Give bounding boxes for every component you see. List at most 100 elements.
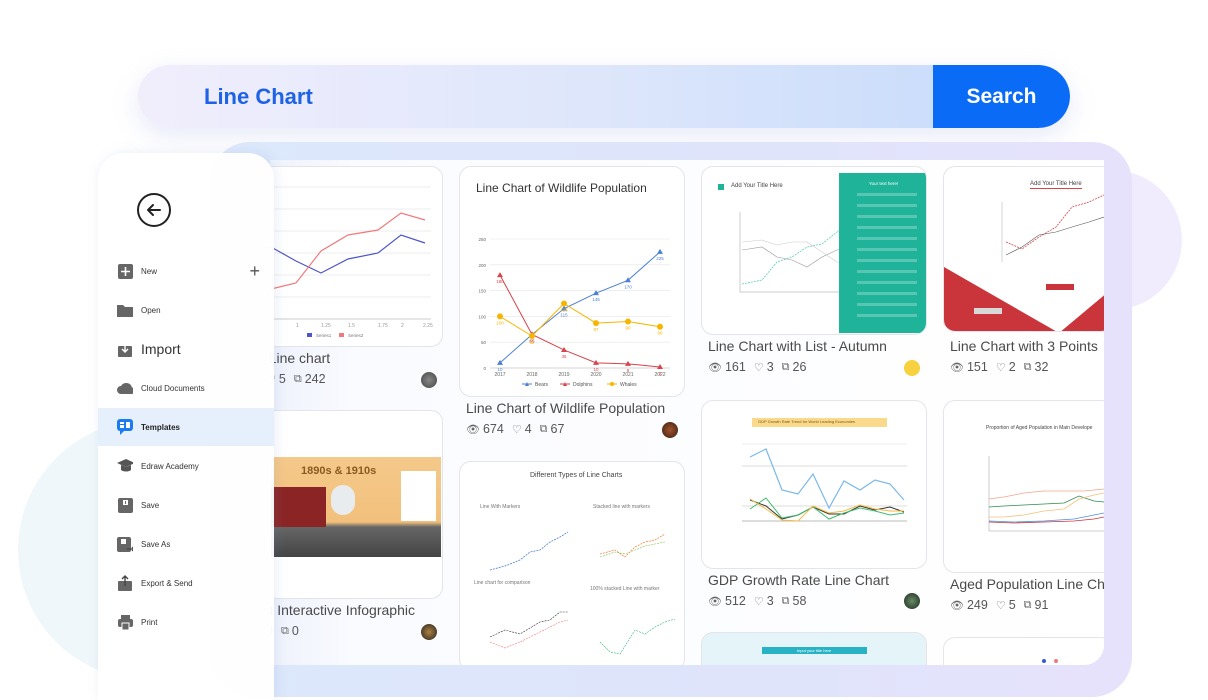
data-label: 145 <box>592 297 600 302</box>
eye-icon: 👁 <box>950 599 964 612</box>
template-card[interactable]: Line Chart of Wildlife Population 0 50 100… <box>459 166 685 397</box>
template-stats: ♡5 ⧉242 <box>270 372 326 386</box>
template-title[interactable]: GDP Growth Rate Line Chart <box>708 572 889 588</box>
sidebar-item-templates[interactable]: Templates <box>98 408 274 446</box>
add-icon[interactable]: + <box>249 261 260 282</box>
template-grid: 1 1.25 1.5 1.75 2 2.25 Series1 Series2 e Line… <box>270 160 1104 665</box>
y-tick-label: 100 <box>478 314 486 319</box>
data-point <box>529 333 535 340</box>
search-bar: Search <box>138 65 1070 128</box>
export-icon <box>117 575 133 591</box>
back-button[interactable] <box>137 193 171 227</box>
copy-icon: ⧉ <box>293 372 302 385</box>
template-title[interactable]: Line Chart with 3 Points <box>950 338 1098 354</box>
search-button[interactable]: Search <box>933 65 1070 128</box>
template-card[interactable]: Input your title here <box>701 632 927 665</box>
template-card[interactable] <box>943 637 1104 665</box>
thumbnail-chart: 1 1.25 1.5 1.75 2 2.25 Series1 Series2 <box>270 186 433 338</box>
x-tick-label: 2019 <box>558 372 569 378</box>
template-card[interactable]: Proportion of Aged Population in Main De… <box>943 400 1104 573</box>
author-avatar[interactable] <box>421 624 437 640</box>
thumbnail-chart <box>944 194 1104 331</box>
copy-icon: ⧉ <box>1023 360 1032 373</box>
data-label: 10 <box>593 367 599 372</box>
series-line-dolphins <box>499 274 661 368</box>
legend-marker <box>610 382 614 386</box>
template-title[interactable]: Aged Population Line Cha <box>950 576 1104 592</box>
y-tick-label: 200 <box>478 263 486 268</box>
svg-text:2.25: 2.25 <box>423 323 433 329</box>
copy-icon: ⧉ <box>280 624 289 637</box>
data-label: 87 <box>593 327 599 332</box>
data-label: 170 <box>624 284 632 289</box>
thumbnail-heading: Add Your Title Here <box>731 183 783 189</box>
data-label: 180 <box>496 279 504 284</box>
data-point <box>561 300 567 307</box>
sidebar-item-new[interactable]: New + <box>98 252 274 290</box>
x-tick-label: 2017 <box>494 372 505 378</box>
legend-label: Bears <box>535 382 549 388</box>
sidebar-item-open[interactable]: Open <box>98 291 274 329</box>
save-icon <box>117 497 133 513</box>
copy-icon: ⧉ <box>781 360 790 373</box>
plus-square-icon <box>117 263 133 279</box>
y-tick-label: 0 <box>483 366 486 371</box>
thumbnail-chart <box>739 212 852 293</box>
copy-icon: ⧉ <box>539 422 548 435</box>
template-card[interactable]: Add Your Title Here Your text here! <box>701 166 927 335</box>
copy-icon: ⧉ <box>781 594 790 607</box>
template-card[interactable]: Add Your Title Here <box>943 166 1104 332</box>
arrow-left-icon <box>147 204 161 216</box>
template-stats: 👁 151 ♡ 2 ⧉ 32 <box>950 360 1049 374</box>
sidebar-item-import[interactable]: Import <box>98 330 274 368</box>
data-point <box>657 248 663 254</box>
author-avatar[interactable] <box>904 593 920 609</box>
like-icon: ♡ <box>753 361 764 374</box>
y-tick-label: 150 <box>478 289 486 294</box>
author-avatar[interactable] <box>904 360 920 376</box>
like-icon: ♡ <box>511 423 522 436</box>
thumbnail-chart <box>988 456 1104 532</box>
sidebar-item-print[interactable]: Print <box>98 603 274 641</box>
template-stats: 👁 249 ♡ 5 ⧉ 91 <box>950 598 1049 612</box>
sidebar-item-save-as[interactable]: Save As <box>98 525 274 563</box>
data-label: 10 <box>497 367 503 372</box>
template-card[interactable]: 1890s & 1910s <box>270 410 443 599</box>
svg-text:2: 2 <box>401 323 404 329</box>
template-title[interactable]: e Line chart <box>270 350 330 366</box>
copy-icon: ⧉ <box>1023 598 1032 611</box>
svg-text:1: 1 <box>296 323 299 329</box>
list-panel: Your text here! <box>839 173 926 333</box>
sidebar-item-export-send[interactable]: Export & Send <box>98 564 274 602</box>
eye-icon: 👁 <box>708 361 722 374</box>
template-title[interactable]: Line Chart of Wildlife Population <box>466 400 665 416</box>
template-stats: 0 ⧉0 <box>270 624 299 638</box>
data-label: 225 <box>656 256 664 261</box>
author-avatar[interactable] <box>421 372 437 388</box>
import-icon <box>117 341 133 357</box>
data-label: 125 <box>560 308 568 313</box>
eye-icon: 👁 <box>466 423 480 436</box>
template-title[interactable]: Line Chart with List - Autumn <box>708 338 887 354</box>
sidebar-item-edraw-academy[interactable]: Edraw Academy <box>98 447 274 485</box>
author-avatar[interactable] <box>662 422 678 438</box>
search-input[interactable] <box>204 65 904 128</box>
title-marker <box>718 184 724 190</box>
sidebar-item-cloud-documents[interactable]: Cloud Documents <box>98 369 274 407</box>
file-menu-sidebar: New + Open Import Cloud Documents Templa… <box>98 153 274 700</box>
graduation-cap-icon <box>117 458 133 474</box>
template-card[interactable]: Different Types of Line Charts Line With… <box>459 461 685 665</box>
svg-text:1.5: 1.5 <box>348 323 355 329</box>
data-point <box>625 318 631 325</box>
template-title[interactable]: art Interactive Infographic <box>270 602 415 618</box>
eye-icon: 👁 <box>708 595 722 608</box>
template-stats: 👁 512 ♡ 3 ⧉ 58 <box>708 594 807 608</box>
template-card[interactable]: 1 1.25 1.5 1.75 2 2.25 Series1 Series2 <box>270 166 443 347</box>
template-card[interactable]: GDP Growth Rate Trend for World Leading … <box>701 400 927 569</box>
template-stats: 👁 161 ♡ 3 ⧉ 26 <box>708 360 807 374</box>
thumbnail-chart <box>489 531 676 655</box>
sidebar-item-save[interactable]: Save <box>98 486 274 524</box>
template-stats: 👁 674 ♡ 4 ⧉ 67 <box>466 422 565 436</box>
x-tick-label: 2018 <box>526 372 537 378</box>
data-point <box>497 272 503 278</box>
